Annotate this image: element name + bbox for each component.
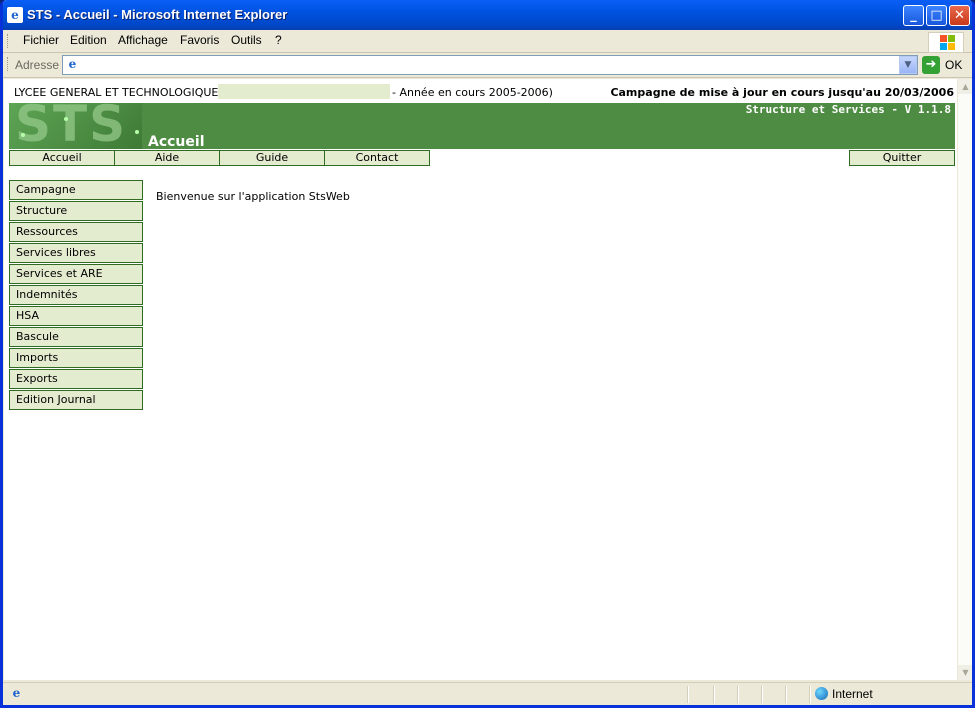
sidebar-item-exports[interactable]: Exports (9, 369, 143, 389)
current-year: - Année en cours 2005-2006) (392, 86, 553, 99)
browser-window: e STS - Accueil - Microsoft Internet Exp… (0, 0, 975, 708)
welcome-message: Bienvenue sur l'application StsWeb (156, 190, 350, 203)
page-icon: e (68, 57, 77, 71)
sidebar-item-indemnites[interactable]: Indemnités (9, 285, 143, 305)
status-divider (761, 686, 763, 703)
menu-fichier[interactable]: Fichier (23, 33, 59, 47)
go-arrow-icon[interactable]: ➜ (922, 56, 940, 74)
app-version: Structure et Services - V 1.1.8 (745, 103, 951, 116)
ie-icon: e (7, 7, 23, 23)
toolbar-grip (7, 57, 10, 71)
minimize-button[interactable]: _ (903, 5, 924, 26)
sidebar-item-structure[interactable]: Structure (9, 201, 143, 221)
windows-logo-icon (928, 32, 964, 53)
menu-outils[interactable]: Outils (231, 33, 262, 47)
security-zone: Internet (832, 687, 873, 701)
menu-help[interactable]: ? (275, 33, 282, 47)
nav-guide[interactable]: Guide (219, 150, 325, 166)
status-bar: e Internet (3, 682, 972, 705)
sts-logo: STS (9, 103, 142, 149)
header-banner: STS Accueil Structure et Services - V 1.… (9, 103, 955, 150)
nav-contact[interactable]: Contact (324, 150, 430, 166)
sidebar-item-imports[interactable]: Imports (9, 348, 143, 368)
window-title: STS - Accueil - Microsoft Internet Explo… (27, 7, 288, 22)
page-status-icon: e (12, 686, 21, 700)
menu-affichage[interactable]: Affichage (118, 33, 168, 47)
go-button[interactable]: OK (945, 58, 962, 72)
menu-favoris[interactable]: Favoris (180, 33, 219, 47)
sidebar-item-services-libres[interactable]: Services libres (9, 243, 143, 263)
sidebar-item-ressources[interactable]: Ressources (9, 222, 143, 242)
sidebar-item-bascule[interactable]: Bascule (9, 327, 143, 347)
nav-aide[interactable]: Aide (114, 150, 220, 166)
address-dropdown-button[interactable]: ▼ (899, 56, 917, 74)
school-name-field (218, 84, 390, 99)
nav-accueil[interactable]: Accueil (9, 150, 115, 166)
page-viewport: LYCEE GENERAL ET TECHNOLOGIQUE - Année e… (4, 79, 957, 680)
globe-icon (815, 687, 828, 700)
status-divider (713, 686, 715, 703)
address-input[interactable]: e (62, 55, 918, 75)
close-button[interactable]: ✕ (949, 5, 970, 26)
title-bar: e STS - Accueil - Microsoft Internet Exp… (3, 0, 972, 30)
school-type: LYCEE GENERAL ET TECHNOLOGIQUE (14, 86, 219, 99)
status-divider (687, 686, 689, 703)
scroll-up-icon[interactable]: ▲ (958, 79, 972, 94)
status-divider (737, 686, 739, 703)
maximize-button[interactable]: □ (926, 5, 947, 26)
sidebar-item-services-are[interactable]: Services et ARE (9, 264, 143, 284)
menu-edition[interactable]: Edition (70, 33, 107, 47)
status-divider (785, 686, 787, 703)
address-label: Adresse (15, 58, 60, 72)
menu-bar: Fichier Edition Affichage Favoris Outils… (3, 30, 972, 53)
sidebar-item-edition-journal[interactable]: Edition Journal (9, 390, 143, 410)
address-bar: Adresse e ▼ ➜ OK (3, 53, 972, 78)
campaign-notice: Campagne de mise à jour en cours jusqu'a… (610, 86, 954, 99)
sidebar-item-hsa[interactable]: HSA (9, 306, 143, 326)
sidebar-item-campagne[interactable]: Campagne (9, 180, 143, 200)
section-title: Accueil (148, 134, 205, 150)
vertical-scrollbar[interactable]: ▲ ▼ (957, 79, 972, 680)
status-divider (809, 686, 811, 703)
toolbar-grip (7, 34, 10, 48)
scroll-down-icon[interactable]: ▼ (958, 665, 972, 680)
quit-button[interactable]: Quitter (849, 150, 955, 166)
